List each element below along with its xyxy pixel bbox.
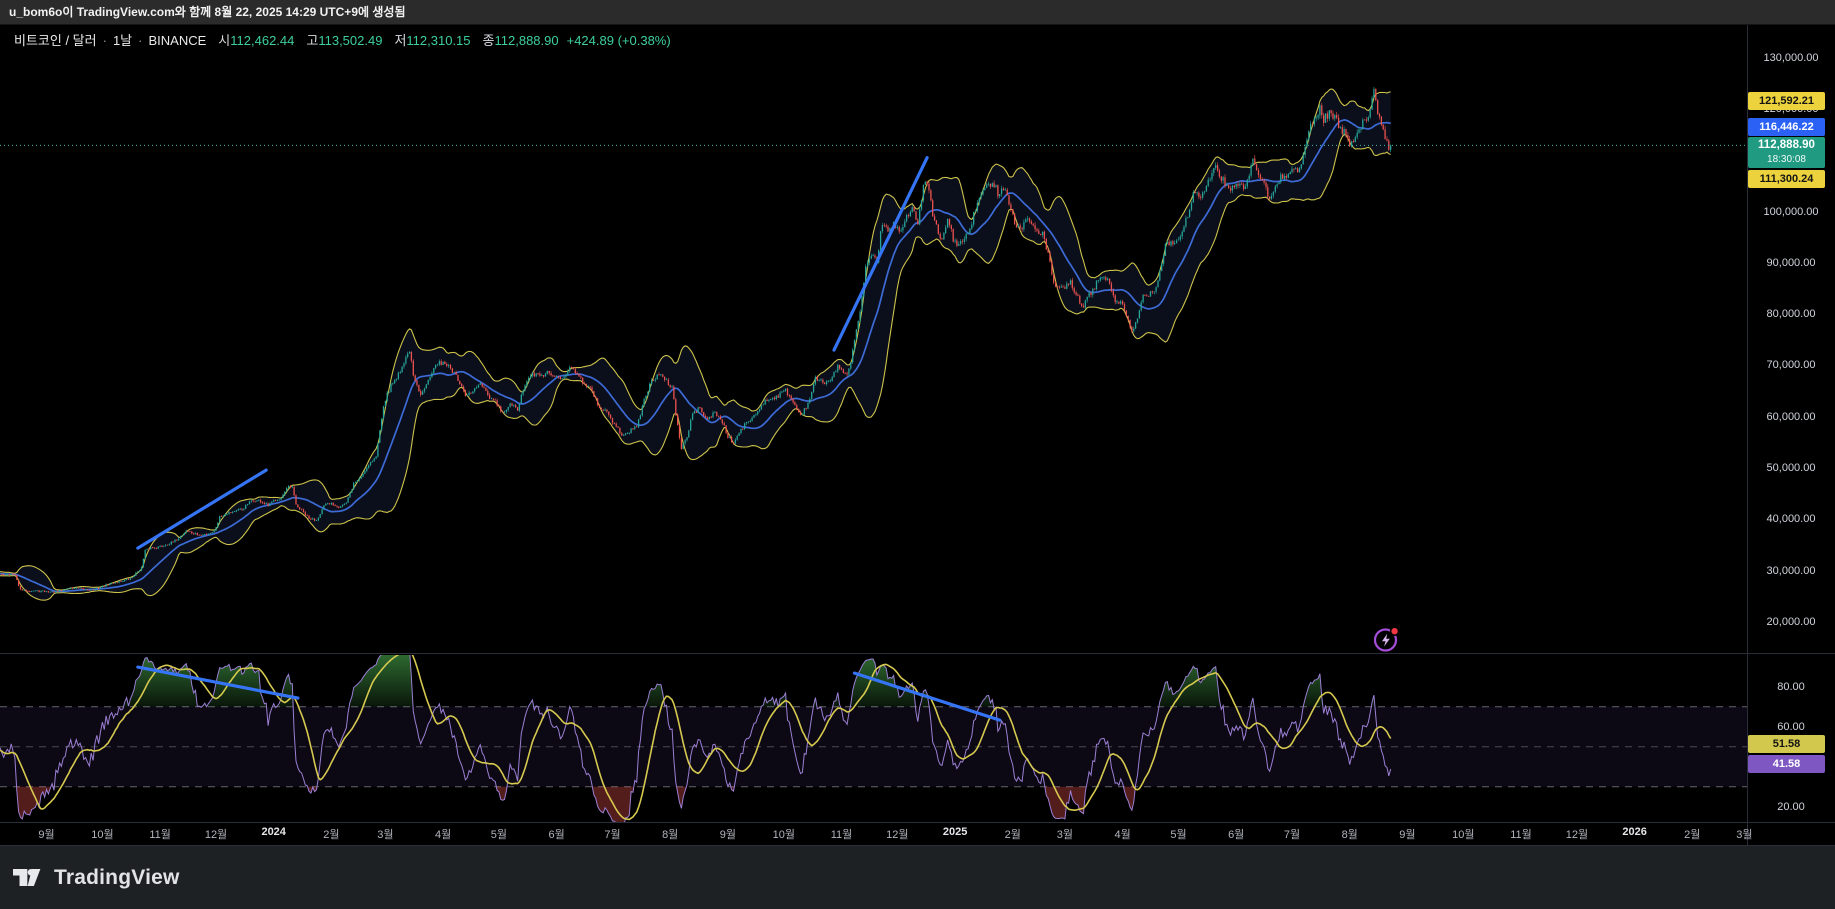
price-axis-label: 90,000.00 [1766, 256, 1816, 269]
time-axis-month-label: 5월 [1170, 829, 1187, 841]
rsi-overbought-fill [123, 655, 1375, 707]
time-axis-month-label: 5월 [490, 829, 508, 841]
time-axis-year-label: 2024 [261, 826, 286, 838]
bar-close-countdown: 18:30:08 [1767, 153, 1806, 165]
low-value: 112,310.15 [406, 33, 471, 48]
open-label: 시 [218, 33, 231, 48]
tradingview-logo-text: TradingView [54, 865, 180, 889]
time-axis-month-label: 8월 [1341, 829, 1358, 841]
price-pane[interactable] [0, 86, 1747, 601]
time-axis-month-label: 3월 [1056, 829, 1074, 841]
last-price-value: 112,888.90 [1758, 138, 1815, 151]
tradingview-logo[interactable]: TradingView [13, 866, 180, 890]
chart-canvas[interactable] [0, 0, 1835, 909]
price-axis-label: 20,000.00 [1766, 616, 1816, 628]
price-axis-label: 80,000.00 [1766, 308, 1816, 321]
bb-band-upper-badge: 121,592.21 [1748, 91, 1825, 110]
time-axis-year-label: 2026 [1622, 826, 1647, 838]
snapshot-attribution-text: u_bom6o이 TradingView.com와 함께 8월 22, 2025… [9, 5, 406, 19]
time-axis-month-label: 9월 [1399, 829, 1416, 841]
footer-bar: TradingView [0, 846, 1835, 909]
legend-separator: · [138, 33, 143, 48]
bollinger-basis-line [0, 119, 1391, 593]
time-axis-month-label: 2월 [323, 829, 340, 841]
flash-icon [1373, 626, 1400, 652]
time-axis-month-label: 9월 [719, 829, 737, 841]
candle-wicks-up [5, 86, 1391, 594]
time-axis-month-label: 9월 [38, 829, 55, 841]
tradingview-snapshot: u_bom6o이 TradingView.com와 함께 8월 22, 2025… [0, 0, 1835, 909]
symbol-legend: 비트코인 / 달러 · 1날 · BINANCE 시112,462.44 고113,502.… [14, 30, 671, 48]
flash-alert-button[interactable] [1371, 624, 1403, 656]
high-value: 113,502.49 [318, 33, 383, 48]
time-axis-month-label: 3월 [1736, 829, 1753, 841]
time-axis-month-label: 8월 [662, 829, 679, 841]
bb-band-lower-badge: 111,300.24 [1748, 169, 1825, 188]
time-axis-month-label: 7월 [604, 829, 621, 841]
bollinger-fill [0, 89, 1391, 601]
time-axis-month-label: 11월 [149, 829, 171, 841]
candle-bodies-down [1, 88, 1390, 593]
tradingview-logo-icon [13, 869, 41, 886]
change-value: +424.89 (+0.38%) [566, 33, 671, 48]
legend-separator: · [102, 33, 107, 48]
time-axis-month-label: 6월 [1228, 829, 1245, 841]
time-axis-month-label: 7월 [1283, 829, 1301, 841]
rsi-axis-label: 20.00 [1777, 800, 1805, 813]
top-banner: u_bom6o이 TradingView.com와 함께 8월 22, 2025… [0, 0, 1835, 25]
price-axis-label: 40,000.00 [1766, 513, 1816, 526]
time-axis-month-label: 11월 [830, 829, 853, 841]
time-axis-month-label: 10월 [1452, 829, 1475, 841]
time-axis-month-label: 11월 [1510, 829, 1532, 841]
candle-wicks-down [1, 88, 1390, 594]
rsi-ma-value-badge: 51.58 [1748, 734, 1825, 753]
time-axis-month-label: 10월 [91, 829, 114, 841]
bollinger-upper-line [0, 88, 1391, 591]
rsi-pane[interactable] [0, 649, 1747, 828]
time-axis-month-label: 6월 [548, 829, 565, 841]
high-label: 고 [306, 33, 319, 48]
time-axis-year-label: 2025 [942, 826, 968, 838]
time-axis-month-label: 12월 [204, 829, 228, 841]
time-axis-month-label: 12월 [886, 829, 909, 841]
time-axis-month-label: 3월 [377, 829, 394, 841]
close-value: 112,888.90 [494, 33, 559, 48]
time-axis-month-label: 4월 [434, 829, 452, 841]
price-axis-label: 60,000.00 [1766, 410, 1816, 423]
candle-bodies-up [4, 88, 1392, 593]
last-price-badge: 112,888.90 18:30:08 [1748, 136, 1825, 168]
bb-basis-badge: 116,446.22 [1748, 117, 1825, 136]
price-axis-label: 100,000.00 [1763, 205, 1819, 218]
time-axis-month-label: 10월 [772, 829, 795, 841]
rsi-value-badge: 41.58 [1748, 754, 1825, 773]
price-axis-label: 130,000.00 [1763, 51, 1819, 64]
symbol-title[interactable]: 비트코인 / 달러 [14, 33, 97, 48]
close-label: 종 [482, 33, 495, 48]
price-axis-label: 70,000.00 [1766, 359, 1816, 372]
price-axis-label: 50,000.00 [1766, 462, 1816, 475]
price-axis-label: 30,000.00 [1766, 564, 1816, 577]
time-axis-month-label: 2월 [1004, 829, 1021, 841]
rsi-axis-label: 60.00 [1777, 720, 1805, 733]
time-axis-month-label: 12월 [1565, 829, 1589, 841]
time-axis-month-label: 4월 [1114, 829, 1131, 841]
time-axis-month-label: 2월 [1684, 829, 1701, 841]
interval-label[interactable]: 1날 [113, 33, 132, 48]
low-label: 저 [394, 33, 407, 48]
exchange-label: BINANCE [148, 33, 207, 48]
open-value: 112,462.44 [230, 33, 295, 48]
rsi-axis-label: 80.00 [1777, 680, 1805, 693]
